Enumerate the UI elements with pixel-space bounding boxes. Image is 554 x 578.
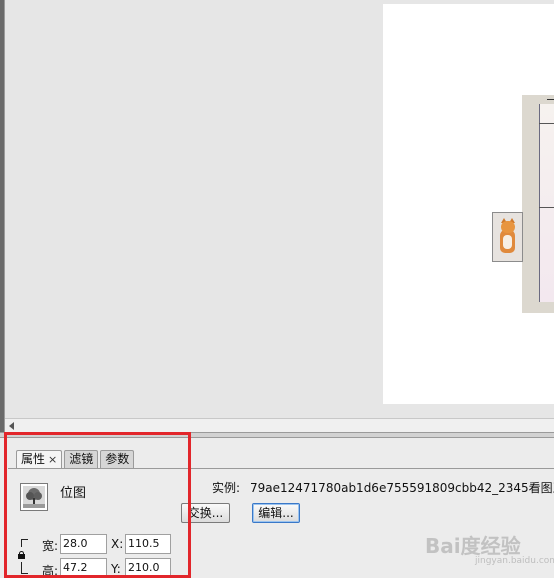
panel-tabs: 属性 × 滤镜 参数 — [16, 450, 136, 468]
tab-label: 参数 — [105, 452, 130, 466]
background-image-line — [539, 123, 554, 124]
size-link-bracket — [21, 562, 28, 574]
tab-underline — [8, 468, 554, 469]
instance-label: 实例: — [212, 481, 241, 495]
x-field[interactable]: 110.5 — [125, 534, 171, 554]
horizontal-scrollbar[interactable] — [5, 418, 554, 432]
symbol-type-label: 位图 — [60, 486, 87, 501]
size-link-bracket — [21, 539, 28, 547]
arrow-left-icon[interactable] — [9, 422, 14, 430]
swap-button[interactable]: 交换... — [181, 503, 230, 523]
height-label: 高: — [42, 564, 59, 578]
watermark-url: jingyan.baidu.com — [475, 556, 554, 566]
width-field[interactable]: 28.0 — [60, 534, 107, 554]
x-label: X: — [111, 537, 124, 551]
y-label: Y: — [111, 562, 121, 576]
cat-belly — [503, 235, 512, 249]
close-icon[interactable]: × — [48, 453, 57, 466]
background-image-content — [539, 104, 554, 302]
tab-label: 滤镜 — [69, 452, 94, 466]
cat-head — [501, 221, 515, 233]
width-label: 宽: — [42, 539, 59, 553]
bitmap-tree-icon — [20, 483, 48, 511]
edit-button[interactable]: 编辑... — [252, 503, 300, 523]
lock-body — [18, 554, 25, 559]
instance-name: 79ae12471780ab1d6e755591809cbb42_2345看图王… — [250, 481, 554, 495]
background-image-mark — [547, 99, 554, 100]
tab-properties[interactable]: 属性 × — [16, 450, 63, 468]
background-image-line — [539, 207, 554, 208]
selected-bitmap-instance[interactable] — [492, 212, 523, 262]
tab-filters[interactable]: 滤镜 — [64, 450, 99, 468]
y-field[interactable]: 210.0 — [125, 558, 171, 578]
height-field[interactable]: 47.2 — [60, 558, 107, 578]
lock-icon[interactable] — [18, 551, 25, 559]
tab-parameters[interactable]: 参数 — [100, 450, 135, 468]
app-window: 属性 × 滤镜 参数 位图 实例: 79ae12471780ab1d6e75559… — [0, 0, 554, 578]
watermark: Bai度经验 — [425, 534, 521, 558]
tab-label: 属性 — [21, 452, 46, 466]
